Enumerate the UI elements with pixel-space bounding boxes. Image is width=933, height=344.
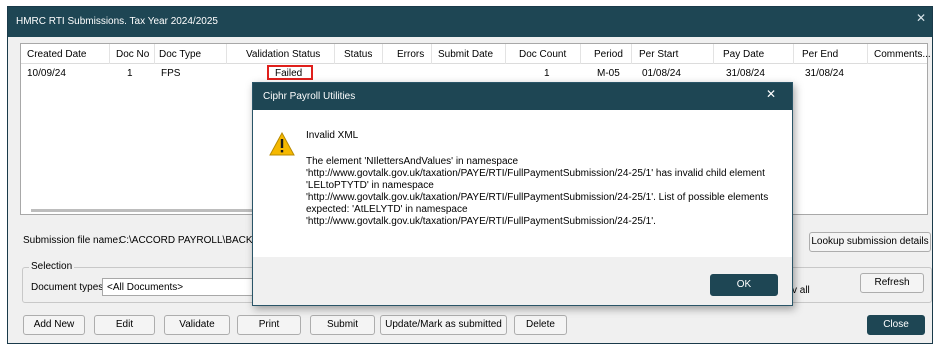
ok-button[interactable]: OK (710, 274, 778, 296)
dialog-body: Invalid XML The element 'NIlettersAndVal… (253, 110, 792, 257)
col-doc-count[interactable]: Doc Count (519, 49, 566, 60)
refresh-button[interactable]: Refresh (860, 273, 924, 293)
column-divider[interactable] (713, 44, 714, 64)
cell-created-date: 10/09/24 (27, 68, 66, 79)
cell-doc-count: 1 (544, 68, 550, 79)
print-button[interactable]: Print (237, 315, 301, 335)
dialog-message: The element 'NIlettersAndValues' in name… (306, 156, 786, 228)
column-divider[interactable] (431, 44, 432, 64)
col-doc-type[interactable]: Doc Type (159, 49, 201, 60)
validate-button[interactable]: Validate (164, 315, 230, 335)
dialog-close-icon[interactable]: ✕ (766, 87, 776, 101)
col-per-start[interactable]: Per Start (639, 49, 678, 60)
dialog-titlebar: Ciphr Payroll Utilities ✕ (253, 83, 792, 110)
lookup-submission-button[interactable]: Lookup submission details (809, 232, 931, 252)
cell-per-end: 31/08/24 (805, 68, 844, 79)
message-line: 'http://www.govtalk.gov.uk/taxation/PAYE… (306, 168, 765, 179)
horizontal-scrollbar[interactable] (31, 209, 271, 212)
invalid-xml-dialog: Ciphr Payroll Utilities ✕ Invalid XML Th… (252, 82, 793, 306)
column-divider[interactable] (580, 44, 581, 64)
column-divider[interactable] (226, 44, 227, 64)
submit-button[interactable]: Submit (310, 315, 375, 335)
cell-per-start: 01/08/24 (642, 68, 681, 79)
document-types-label: Document types: (31, 282, 107, 293)
column-divider[interactable] (867, 44, 868, 64)
col-validation-status[interactable]: Validation Status (246, 49, 320, 60)
col-per-end[interactable]: Per End (802, 49, 838, 60)
message-line: 'http://www.govtalk.gov.uk/taxation/PAYE… (306, 216, 656, 227)
col-comments[interactable]: Comments... (874, 49, 931, 60)
column-divider[interactable] (334, 44, 335, 64)
message-line: The element 'NIlettersAndValues' in name… (306, 156, 519, 167)
column-divider[interactable] (154, 44, 155, 64)
cell-period: M-05 (597, 68, 620, 79)
col-pay-date[interactable]: Pay Date (723, 49, 764, 60)
window-titlebar: HMRC RTI Submissions. Tax Year 2024/2025… (8, 7, 932, 37)
add-new-button[interactable]: Add New (23, 315, 85, 335)
dialog-heading: Invalid XML (306, 130, 359, 141)
delete-button[interactable]: Delete (514, 315, 567, 335)
col-doc-no[interactable]: Doc No (116, 49, 149, 60)
window-title: HMRC RTI Submissions. Tax Year 2024/2025 (16, 16, 218, 27)
col-period[interactable]: Period (594, 49, 623, 60)
close-button[interactable]: Close (867, 315, 925, 335)
cell-pay-date: 31/08/24 (726, 68, 765, 79)
col-created-date[interactable]: Created Date (27, 49, 86, 60)
submission-file-row: Submission file name: C:\ACCORD PAYROLL\… (23, 235, 266, 246)
cell-doc-type: FPS (161, 68, 181, 79)
cell-validation-status: Failed (275, 68, 303, 79)
submission-file-label: Submission file name: (23, 235, 121, 246)
column-divider[interactable] (793, 44, 794, 64)
message-line: 'LELtoPTYTD' in namespace (306, 180, 434, 191)
submission-file-path: C:\ACCORD PAYROLL\BACKUP (119, 235, 267, 246)
col-status[interactable]: Status (344, 49, 372, 60)
message-line: 'http://www.govtalk.gov.uk/taxation/PAYE… (306, 192, 769, 203)
window-close-icon[interactable]: ✕ (916, 11, 926, 25)
col-submit-date[interactable]: Submit Date (438, 49, 493, 60)
document-types-select[interactable]: <All Documents> (102, 278, 262, 296)
edit-button[interactable]: Edit (94, 315, 155, 335)
column-divider[interactable] (631, 44, 632, 64)
column-divider[interactable] (109, 44, 110, 64)
cell-doc-no: 1 (127, 68, 133, 79)
column-divider[interactable] (505, 44, 506, 64)
show-all-checkbox-label[interactable]: v all (792, 285, 810, 296)
message-line: expected: 'AtLELYTD' in namespace (306, 204, 468, 215)
col-errors[interactable]: Errors (397, 49, 424, 60)
warning-icon (269, 132, 295, 156)
update-mark-submitted-button[interactable]: Update/Mark as submitted (380, 315, 507, 335)
selection-legend: Selection (29, 261, 75, 272)
column-divider[interactable] (382, 44, 383, 64)
grid-header: Created Date Doc No Doc Type Validation … (21, 44, 931, 64)
dialog-title: Ciphr Payroll Utilities (263, 91, 356, 102)
